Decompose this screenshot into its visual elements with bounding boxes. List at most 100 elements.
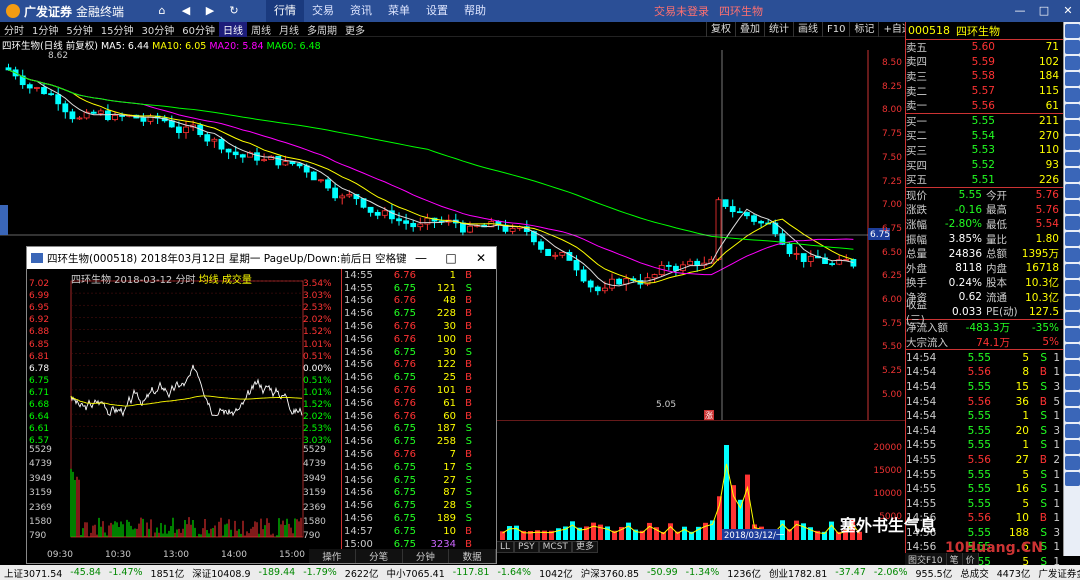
- toolbar-icon[interactable]: [1065, 184, 1080, 198]
- intraday-popup-window: 四环生物(000518) 2018年03月12日 星期一 PageUp/Down…: [26, 246, 497, 564]
- toolbar-icon[interactable]: [1065, 232, 1080, 246]
- indicator-tab-ll[interactable]: LL: [496, 541, 515, 553]
- toolbar-icon[interactable]: [1065, 296, 1080, 310]
- app-window: 广发证券 金融终端 ⌂ ◀ ▶ ↻ 行情 交易 资讯 菜单 设置 帮助 交易未登…: [0, 0, 1080, 580]
- popup-maximize-icon[interactable]: □: [436, 251, 466, 265]
- toolbar-icon[interactable]: [1065, 440, 1080, 454]
- tick-time: 14:55: [906, 483, 937, 496]
- toolbar-icon[interactable]: [1065, 424, 1080, 438]
- price-axis-label: 8.25: [881, 81, 902, 92]
- bid-price: 5.55: [971, 115, 995, 128]
- toolbar-icon[interactable]: [1065, 56, 1080, 70]
- period-60min[interactable]: 60分钟: [178, 22, 219, 37]
- popup-tick-price: 6.76: [393, 321, 416, 333]
- back-icon[interactable]: ◀: [174, 0, 198, 22]
- popup-close-icon[interactable]: ✕: [466, 251, 496, 265]
- status-item[interactable]: 总成交: [956, 566, 993, 580]
- nav-tab-quote[interactable]: 行情: [266, 0, 304, 22]
- candle-body: [651, 274, 658, 279]
- period-1min[interactable]: 1分钟: [28, 22, 62, 37]
- close-icon[interactable]: ✕: [1056, 0, 1080, 22]
- volume-bar: [626, 522, 631, 540]
- toolbar-icon[interactable]: [1065, 344, 1080, 358]
- nav-tab-menu[interactable]: 菜单: [380, 0, 418, 22]
- period-5min[interactable]: 5分钟: [62, 22, 96, 37]
- minimize-icon[interactable]: —: [1008, 0, 1032, 22]
- toolbar-icon[interactable]: [1065, 264, 1080, 278]
- low-annotation: 5.05: [656, 400, 676, 410]
- f10-button[interactable]: F10: [822, 22, 849, 37]
- toolbar-icon[interactable]: [1065, 392, 1080, 406]
- mark-button[interactable]: 标记: [849, 22, 878, 37]
- period-monthly[interactable]: 月线: [275, 22, 303, 37]
- intraday-chart[interactable]: [27, 269, 341, 549]
- collapse-arrow[interactable]: [0, 205, 8, 235]
- stats-button[interactable]: 统计: [764, 22, 793, 37]
- period-multi[interactable]: 多周期: [303, 22, 341, 37]
- overlay-button[interactable]: 叠加: [735, 22, 764, 37]
- indicator-tab-mcst[interactable]: MCST: [538, 541, 572, 553]
- draw-button[interactable]: 画线: [793, 22, 822, 37]
- toolbar-icon[interactable]: [1065, 40, 1080, 54]
- forward-icon[interactable]: ▶: [198, 0, 222, 22]
- toolbar-icon[interactable]: [1065, 248, 1080, 262]
- nav-tab-settings[interactable]: 设置: [418, 0, 456, 22]
- indicator-tab-psy[interactable]: PSY: [514, 541, 539, 553]
- toolbar-icon[interactable]: [1065, 72, 1080, 86]
- refresh-icon[interactable]: ↻: [222, 0, 246, 22]
- ask-price: 5.58: [971, 70, 995, 83]
- popup-tab-data[interactable]: 数据: [449, 549, 496, 563]
- popup-tab-ticks[interactable]: 分笔: [355, 549, 403, 563]
- tick-row: 14:54 5.55 20 S 3: [906, 423, 1063, 438]
- toolbar-icon[interactable]: [1065, 456, 1080, 470]
- login-status[interactable]: 交易未登录: [654, 3, 709, 19]
- period-daily[interactable]: 日线: [218, 21, 247, 37]
- period-15min[interactable]: 15分钟: [97, 22, 138, 37]
- popup-tick-side: S: [465, 513, 472, 525]
- nav-tab-news[interactable]: 资讯: [342, 0, 380, 22]
- footer-tab-f10[interactable]: 图交F10: [905, 553, 947, 566]
- toolbar-icon[interactable]: [1065, 360, 1080, 374]
- toolbar-icon[interactable]: [1065, 376, 1080, 390]
- toolbar-icon[interactable]: [1065, 328, 1080, 342]
- toolbar-icon[interactable]: [1065, 200, 1080, 214]
- popup-tick-time: 14:56: [344, 372, 373, 384]
- toolbar-icon[interactable]: [1065, 24, 1080, 38]
- home-icon[interactable]: ⌂: [150, 0, 174, 22]
- popup-tab-operate[interactable]: 操作: [309, 549, 356, 563]
- indicator-tabs: LL PSY MCST 更多: [496, 541, 598, 553]
- period-weekly[interactable]: 周线: [247, 22, 275, 37]
- popup-minimize-icon[interactable]: —: [406, 251, 436, 265]
- toolbar-icon[interactable]: [1065, 216, 1080, 230]
- period-intraday[interactable]: 分时: [0, 22, 28, 37]
- nav-tab-trade[interactable]: 交易: [304, 0, 342, 22]
- toolbar-icon[interactable]: [1065, 280, 1080, 294]
- popup-tick-volume: 10: [443, 525, 456, 537]
- tick-side: B: [1039, 512, 1047, 525]
- popup-tick-volume: 48: [443, 295, 456, 307]
- period-30min[interactable]: 30分钟: [137, 22, 178, 37]
- tick-side: B: [1039, 395, 1047, 408]
- stat-value: 5.76: [1035, 189, 1059, 202]
- toolbar-icon[interactable]: [1065, 104, 1080, 118]
- volume-bar: [829, 521, 834, 540]
- maximize-icon[interactable]: □: [1032, 0, 1056, 22]
- toolbar-icon[interactable]: [1065, 120, 1080, 134]
- period-more[interactable]: 更多: [341, 22, 369, 37]
- candle-body: [310, 171, 317, 181]
- adjust-button[interactable]: 复权: [706, 22, 735, 37]
- nav-tab-help[interactable]: 帮助: [456, 0, 494, 22]
- bid-book: 买一 5.55 211 买二 5.54 270 买三 5.53 110 买四 5.52 93 买五 5.5…: [906, 112, 1063, 187]
- current-stock-tag: 四环生物: [719, 5, 763, 18]
- toolbar-icon[interactable]: [1065, 152, 1080, 166]
- price-axis-label: 8.00: [881, 105, 902, 116]
- popup-tab-minutes[interactable]: 分钟: [402, 549, 450, 563]
- indicator-tab-more[interactable]: 更多: [571, 541, 598, 553]
- toolbar-icon[interactable]: [1065, 408, 1080, 422]
- toolbar-icon[interactable]: [1065, 312, 1080, 326]
- toolbar-icon[interactable]: [1065, 136, 1080, 150]
- candle-body: [602, 287, 608, 292]
- toolbar-icon[interactable]: [1065, 472, 1080, 486]
- toolbar-icon[interactable]: [1065, 168, 1080, 182]
- toolbar-icon[interactable]: [1065, 88, 1080, 102]
